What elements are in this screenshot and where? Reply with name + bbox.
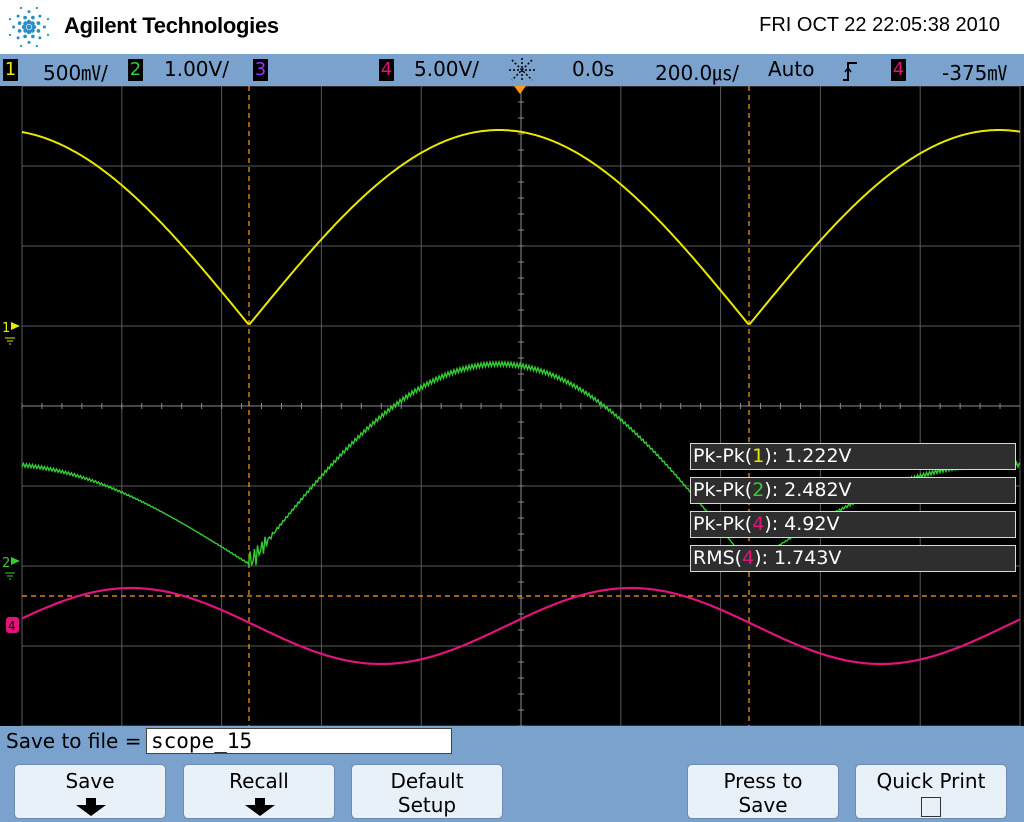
default-setup-softkey[interactable]: Default Setup [351, 764, 503, 819]
channel-3-badge[interactable]: 3 [253, 59, 268, 81]
measurement-rms-ch4: RMS(4): 1.743V [690, 545, 1016, 572]
checkbox-icon[interactable] [921, 797, 941, 817]
graticule [21, 86, 1021, 726]
filename-field[interactable]: scope_15 [146, 728, 452, 754]
measurement-prefix: Pk-Pk( [693, 479, 753, 501]
waveform-canvas: 1 2 4 [2, 86, 1021, 726]
horizontal-delay[interactable]: 0.0s [572, 57, 614, 81]
channel-1-marker-label: 1 [2, 321, 10, 336]
trigger-position-icon [514, 86, 526, 94]
trigger-source-badge[interactable]: 4 [891, 59, 906, 81]
softkey-label: Save [65, 769, 115, 793]
measurement-prefix: RMS( [693, 547, 743, 569]
softkey-label: Quick Print [876, 769, 986, 793]
trigger-level[interactable]: -375㎷ [942, 57, 1007, 86]
softkey-label: Default [390, 769, 464, 793]
timebase-scale[interactable]: 200.0㎲/ [655, 57, 739, 86]
trigger-mode[interactable]: Auto [768, 57, 814, 81]
softkey-label: Press to [723, 769, 803, 793]
save-softkey[interactable]: Save [14, 764, 166, 819]
softkey-label-line2: Setup [397, 793, 457, 817]
channel-4-ground-marker[interactable]: 4 [6, 617, 19, 633]
save-to-file-row: Save to file = scope_15 [0, 726, 1024, 758]
recall-softkey[interactable]: Recall [183, 764, 335, 819]
softkey-label-line2: Save [738, 793, 788, 817]
brand-name: Agilent Technologies [64, 13, 279, 38]
measurement-value: ): 1.222V [764, 445, 852, 467]
channel-2-scale[interactable]: 1.00V/ [164, 57, 229, 81]
channel-4-marker-label: 4 [8, 619, 16, 633]
measurement-prefix: Pk-Pk( [693, 445, 753, 467]
press-to-save-softkey[interactable]: Press to Save [687, 764, 839, 819]
channel-2-ground-marker[interactable]: 2 [2, 556, 20, 580]
channel-4-badge[interactable]: 4 [379, 59, 394, 81]
softkey-label: Recall [229, 769, 289, 793]
channel-2-badge[interactable]: 2 [128, 59, 143, 81]
measurement-pkpk-ch4: Pk-Pk(4): 4.92V [690, 511, 1016, 538]
rising-edge-icon [843, 62, 857, 81]
save-to-file-label: Save to file = [6, 729, 142, 753]
waveform-display[interactable]: 1 2 4 [0, 86, 1024, 726]
channel-2-marker-label: 2 [2, 556, 10, 571]
softkey-bar: Save Recall Default Setup Press to Save … [0, 758, 1024, 822]
down-arrow-icon [76, 798, 106, 816]
measurement-channel: 4 [742, 547, 755, 569]
measurement-value: ): 2.482V [764, 479, 852, 501]
channel-1-badge[interactable]: 1 [3, 59, 18, 81]
channel-1-scale[interactable]: 500㎷/ [43, 57, 108, 86]
measurement-value: ): 1.743V [754, 547, 842, 569]
measurement-channel: 1 [752, 445, 765, 467]
status-bar: 1 500㎷/ 2 1.00V/ 3 4 5.00V/ 0.0s 200.0㎲/… [0, 54, 1024, 86]
channel-1-ground-marker[interactable]: 1 [2, 321, 20, 345]
agilent-spark-logo-icon [8, 6, 50, 48]
header: Agilent Technologies FRI OCT 22 22:05:38… [0, 0, 1024, 54]
channel-4-scale[interactable]: 5.00V/ [414, 57, 479, 81]
measurement-channel: 4 [752, 513, 765, 535]
measurement-pkpk-ch1: Pk-Pk(1): 1.222V [690, 443, 1016, 470]
measurement-value: ): 4.92V [764, 513, 840, 535]
date-time: FRI OCT 22 22:05:38 2010 [759, 14, 1000, 36]
down-arrow-icon [245, 798, 275, 816]
measurement-prefix: Pk-Pk( [693, 513, 753, 535]
measurement-channel: 2 [752, 479, 765, 501]
horizontal-delay-icon [509, 58, 535, 82]
measurement-pkpk-ch2: Pk-Pk(2): 2.482V [690, 477, 1016, 504]
quick-print-softkey[interactable]: Quick Print [855, 764, 1007, 819]
